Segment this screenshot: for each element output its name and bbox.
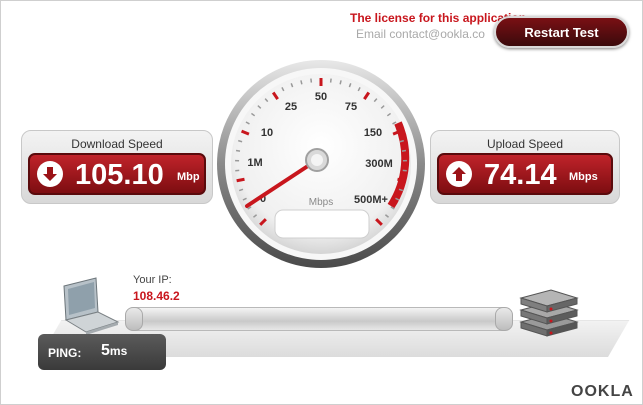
speed-gauge: 0 1M 10 25 50 75 150 300M 500M+ Mbps (217, 60, 425, 268)
gauge-hub-cap (311, 154, 323, 166)
restart-test-button[interactable]: Restart Test (494, 16, 629, 48)
upload-speed-label: Upload Speed (486, 137, 564, 151)
upload-speed-unit: Mbps (569, 171, 598, 183)
ping-value-wrap: 5ms (101, 342, 127, 360)
gauge-label-25: 25 (285, 101, 297, 113)
gauge-minor-tick (401, 149, 407, 152)
ookla-logo[interactable]: OOKLA (571, 383, 634, 401)
upload-speed-display: 74.14 Mbps (437, 153, 613, 195)
gauge-minor-tick (300, 80, 303, 85)
download-speed-unit: Mbp (177, 171, 200, 183)
gauge-label-1m: 1M (247, 157, 262, 169)
ping-panel: PING: 5ms (38, 334, 166, 370)
ping-unit: ms (109, 344, 128, 358)
gauge-label-500m: 500M+ (354, 194, 388, 206)
gauge-minor-tick (399, 139, 404, 143)
gauge-label-300m: 300M (365, 158, 393, 170)
network-pipe-cap-left (125, 307, 143, 331)
your-ip-label: Your IP: (133, 274, 172, 286)
download-speed-display: 105.10 Mbp (28, 153, 206, 195)
upload-speed-value: 74.14 (484, 159, 557, 191)
gauge-unit-label: Mbps (309, 197, 333, 208)
download-speed-panel: Download Speed 105.10 Mbp (21, 130, 213, 204)
gauge-readout-box (274, 209, 370, 239)
download-speed-value: 105.10 (75, 159, 164, 191)
download-speed-label: Download Speed (71, 137, 163, 151)
gauge-label-150: 150 (364, 127, 382, 139)
your-ip-value: 108.46.2 (133, 289, 180, 303)
arrow-up-icon (446, 161, 472, 187)
gauge-minor-tick (238, 139, 243, 143)
arrow-down-icon (37, 161, 63, 187)
gauge-major-tick (236, 177, 245, 183)
gauge-label-50: 50 (315, 91, 327, 103)
ping-label: PING: (48, 346, 82, 360)
server-icon (519, 289, 579, 337)
gauge-major-tick (397, 177, 406, 183)
gauge-minor-tick (339, 80, 342, 85)
license-email[interactable]: Email contact@ookla.co (356, 27, 485, 41)
gauge-minor-tick (235, 149, 241, 152)
gauge-label-10: 10 (261, 127, 273, 139)
computer-icon (63, 277, 120, 335)
network-pipe (126, 307, 513, 331)
gauge-label-75: 75 (345, 101, 357, 113)
network-pipe-cap-right (495, 307, 513, 331)
upload-speed-panel: Upload Speed 74.14 Mbps (430, 130, 620, 204)
ping-value: 5 (101, 342, 110, 359)
